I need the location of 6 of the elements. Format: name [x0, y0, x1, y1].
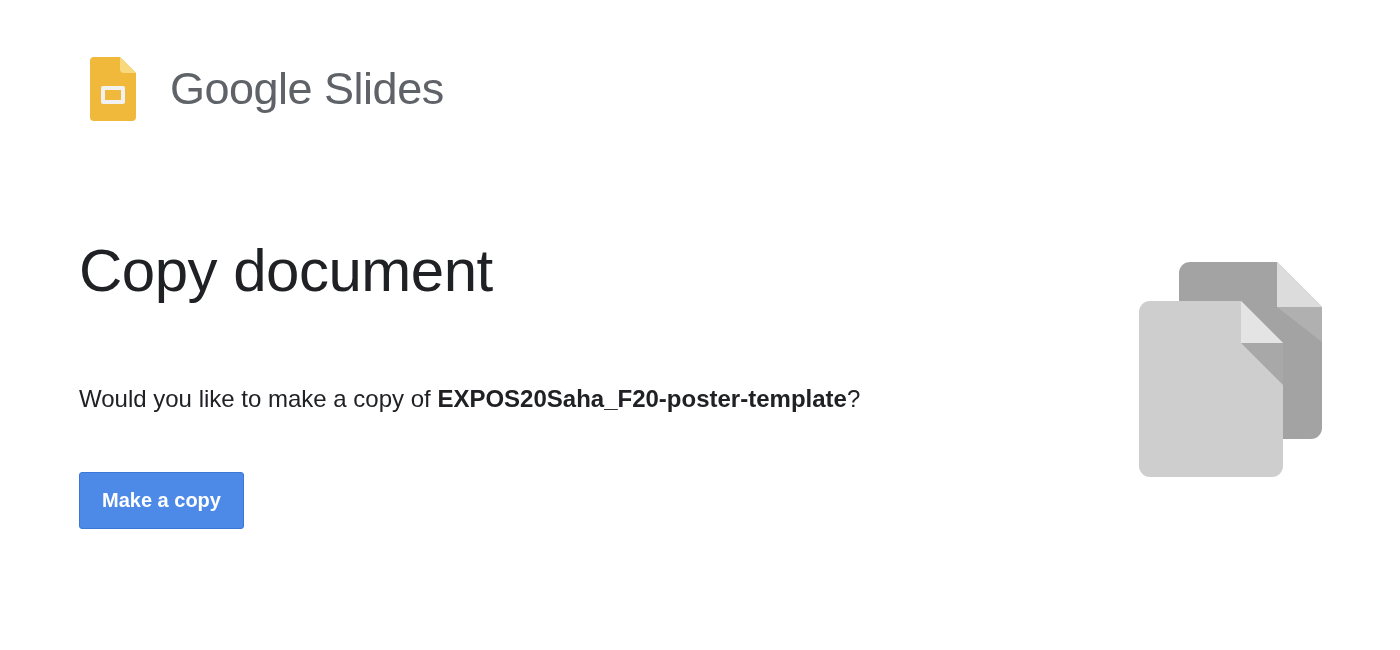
dialog-title: Copy document — [79, 236, 494, 306]
slides-logo-icon — [90, 57, 136, 121]
copy-prompt: Would you like to make a copy of EXPOS20Saha_F20-poster-template? — [79, 384, 862, 414]
documents-icon — [1139, 262, 1322, 478]
app-name: Google Slides — [170, 63, 444, 115]
make-copy-button[interactable]: Make a copy — [79, 472, 244, 529]
